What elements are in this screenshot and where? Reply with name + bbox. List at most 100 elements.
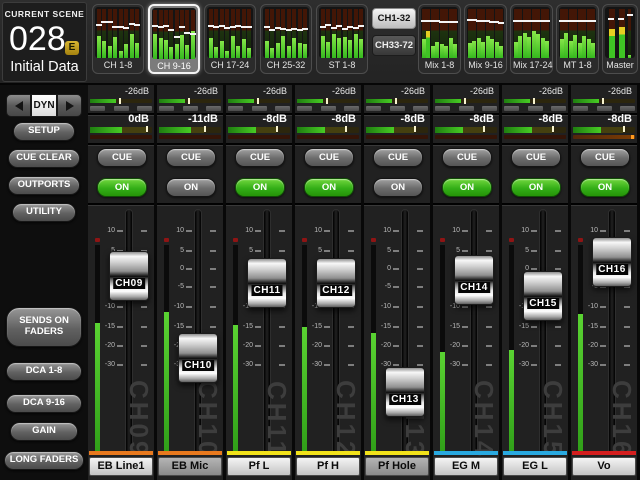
fader-knob[interactable]: CH11 [247,258,287,308]
dca-1-8-button[interactable]: DCA 1-8 [6,362,82,381]
fader-knob[interactable]: CH16 [592,237,632,287]
cue-button[interactable]: CUE [166,148,216,167]
fader-knob[interactable]: CH14 [454,255,494,305]
send-level-bar [297,135,359,139]
meter-fill [582,36,586,58]
on-button[interactable]: ON [373,178,423,197]
scene-panel[interactable]: CURRENT SCENE 028 E Initial Data [2,2,87,82]
meter-block-label: Mix 1-8 [421,58,458,73]
fader-scale-tick [555,326,561,328]
meter-block-ch-25-32[interactable]: CH 25-32 [260,4,312,74]
meter-fill [514,42,518,58]
on-button[interactable]: ON [442,178,492,197]
next-view-button[interactable] [57,94,82,117]
send-level-bar [90,135,152,139]
fader-knob[interactable]: CH13 [385,367,425,417]
fader-position-dash [302,28,308,30]
fader-level-fill [228,127,256,133]
meter-block-ch-1-8[interactable]: CH 1-8 [92,4,144,74]
fader-position-dash [342,28,348,30]
fader-knob-label: CH09 [113,278,145,289]
channel-level-meter [509,245,514,455]
level-meter-bar [514,9,518,58]
fader-scale-tick [255,345,261,347]
fader-scale-tick [117,306,123,308]
scene-number: 028 [9,20,66,59]
bank-button-ch1-32[interactable]: CH1-32 [372,8,416,29]
on-button[interactable]: ON [235,178,285,197]
fader-scale-tick [531,364,537,366]
cue-button[interactable]: CUE [235,148,285,167]
channel-name-plate[interactable]: EG M [434,457,498,476]
meter-block-st-1-8[interactable]: ST 1-8 [316,4,368,74]
cue-button[interactable]: CUE [304,148,354,167]
cue-button[interactable]: CUE [97,148,147,167]
utility-button[interactable]: UTILITY [12,203,76,222]
channel-name-plate[interactable]: Pf H [296,457,360,476]
setup-button[interactable]: SETUP [13,122,75,141]
processing-view-nav: DYN [6,94,82,117]
fader-scale-label: 5 [298,247,322,254]
meter-block-label: CH 25-32 [263,58,309,73]
gain-meter-fill [504,99,530,103]
cue-button[interactable]: CUE [511,148,561,167]
channel-name-plate[interactable]: Pf L [227,457,291,476]
cue-button[interactable]: CUE [442,148,492,167]
meter-fill [477,38,481,58]
dynamics-indicators [504,106,566,111]
fader-knob[interactable]: CH10 [178,333,218,383]
meter-fill [292,38,296,58]
fader-scale-tick [531,250,537,252]
fader-level-bar [435,127,497,133]
meter-block-bars [605,7,635,58]
fader-level-bar [504,127,566,133]
long-faders-button[interactable]: LONG FADERS [4,451,84,470]
on-button[interactable]: ON [511,178,561,197]
prev-view-button[interactable] [6,94,31,117]
gain-button[interactable]: GAIN [10,422,78,441]
on-button[interactable]: ON [304,178,354,197]
input-gain-meter [90,99,152,103]
meter-fill [449,38,453,58]
channel-name-plate[interactable]: EG L [503,457,567,476]
meter-block-master[interactable]: Master [602,4,638,74]
sends-on-faders-button[interactable]: SENDS ON FADERS [6,307,82,347]
strip-divider [226,143,292,145]
fader-scale-tick [600,345,606,347]
cue-clear-button[interactable]: CUE CLEAR [8,149,80,168]
on-button[interactable]: ON [166,178,216,197]
meter-fill [180,35,184,59]
channel-name-plate[interactable]: Pf Hole [365,457,429,476]
dca-9-16-button[interactable]: DCA 9-16 [6,394,82,413]
gain-readout: -26dB [470,86,494,96]
channel-name-plate[interactable]: EB Line1 [89,457,153,476]
meter-block-mix-17-24[interactable]: Mix 17-24 [510,4,553,74]
channel-name-plate[interactable]: EB Mic [158,457,222,476]
cue-button[interactable]: CUE [373,148,423,167]
fader-knob[interactable]: CH12 [316,258,356,308]
fader-knob[interactable]: CH09 [109,251,149,301]
meter-block-mix-9-16[interactable]: Mix 9-16 [464,4,507,74]
dynamics-indicator-lamp [275,106,290,111]
channel-name-plate[interactable]: Vo [572,457,636,476]
outports-button[interactable]: OUTPORTS [8,176,80,195]
fader-value-readout: -8dB [332,113,356,125]
meter-block-label: CH 9-16 [152,59,196,74]
gain-meter-marker [326,98,328,104]
on-button[interactable]: ON [97,178,147,197]
strip-divider [295,203,361,205]
fader-knob[interactable]: CH15 [523,271,563,321]
bank-button-ch33-72[interactable]: CH33-72 [372,35,416,56]
meter-block-ch-17-24[interactable]: CH 17-24 [204,4,256,74]
meter-block-mix-1-8[interactable]: Mix 1-8 [418,4,461,74]
send-level-bar [366,135,428,139]
meter-block-mt-1-8[interactable]: MT 1-8 [556,4,599,74]
fader-position-dash [325,24,331,26]
cue-button[interactable]: CUE [580,148,630,167]
meter-fill [321,36,325,58]
level-meter-bar [321,9,325,58]
meter-block-ch-9-16[interactable]: CH 9-16 [148,4,200,74]
fader-scale-tick [186,250,192,252]
on-button[interactable]: ON [580,178,630,197]
input-gain-meter [228,99,290,103]
